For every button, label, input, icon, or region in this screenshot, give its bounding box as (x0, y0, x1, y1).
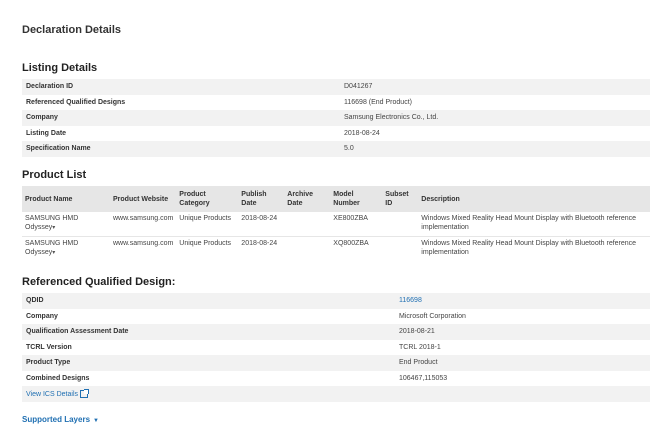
product-category-cell: Unique Products (176, 212, 239, 237)
table-row: SAMSUNG HMD Odyssey▾ www.samsung.com Uni… (22, 236, 650, 261)
supported-layers-toggle[interactable]: Supported Layers ▼ (22, 415, 99, 424)
combined-designs-label: Combined Designs (22, 370, 395, 386)
tcrl-version-value: TCRL 2018-1 (395, 339, 650, 355)
product-website-cell: www.samsung.com (110, 236, 177, 261)
supported-layers-label[interactable]: Supported Layers (22, 415, 90, 424)
subset-id-cell (382, 236, 419, 261)
page-title: Declaration Details (22, 24, 122, 36)
product-type-label: Product Type (22, 355, 395, 371)
subset-id-cell (382, 212, 419, 237)
col-archive-date: Archive Date (284, 186, 331, 212)
table-row: Company Samsung Electronics Co., Ltd. (22, 110, 650, 126)
product-name-cell[interactable]: SAMSUNG HMD Odyssey▾ (22, 212, 110, 237)
model-number-cell: XQ800ZBA (330, 236, 383, 261)
table-row: Specification Name 5.0 (22, 141, 650, 157)
rqd-company-label: Company (22, 308, 395, 324)
product-type-value: End Product (395, 355, 650, 371)
archive-date-cell (284, 236, 331, 261)
tcrl-version-label: TCRL Version (22, 339, 395, 355)
model-number-cell: XE800ZBA (330, 212, 383, 237)
table-row: SAMSUNG HMD Odyssey▾ www.samsung.com Uni… (22, 212, 650, 237)
archive-date-cell (284, 212, 331, 237)
assessment-date-value: 2018-08-21 (395, 324, 650, 340)
description-cell: Windows Mixed Reality Head Mount Display… (418, 236, 650, 261)
col-product-name: Product Name (22, 186, 110, 212)
company-label: Company (22, 110, 340, 126)
chevron-down-icon[interactable]: ▾ (52, 225, 55, 231)
chevron-down-icon[interactable]: ▾ (52, 250, 55, 256)
publish-date-cell: 2018-08-24 (238, 212, 285, 237)
publish-date-cell: 2018-08-24 (238, 236, 285, 261)
product-category-cell: Unique Products (176, 236, 239, 261)
col-model-number: Model Number (330, 186, 383, 212)
declaration-id-label: Declaration ID (22, 79, 340, 95)
listing-date-label: Listing Date (22, 125, 340, 141)
table-row: TCRL Version TCRL 2018-1 (22, 339, 650, 355)
company-value: Samsung Electronics Co., Ltd. (340, 110, 650, 126)
table-row: Declaration ID D041267 (22, 79, 650, 95)
table-row: QDID 116698 (22, 293, 650, 309)
table-row: Company Microsoft Corporation (22, 308, 650, 324)
qdid-link[interactable]: 116698 (399, 297, 422, 304)
product-list-table: Product Name Product Website Product Cat… (22, 186, 650, 261)
specification-name-value: 5.0 (340, 141, 650, 157)
assessment-date-label: Qualification Assessment Date (22, 324, 395, 340)
table-row: Referenced Qualified Designs 116698 (End… (22, 94, 650, 110)
view-ics-details-label[interactable]: View ICS Details (26, 391, 78, 398)
listing-details-title: Listing Details (22, 62, 98, 74)
external-link-icon[interactable] (80, 388, 90, 398)
combined-designs-value: 106467,115053 (395, 370, 650, 386)
rqd-company-value: Microsoft Corporation (395, 308, 650, 324)
chevron-down-icon[interactable]: ▼ (93, 418, 99, 424)
col-product-category: Product Category (176, 186, 239, 212)
referenced-designs-label: Referenced Qualified Designs (22, 94, 340, 110)
referenced-qualified-design-table: QDID 116698 Company Microsoft Corporatio… (22, 293, 650, 402)
referenced-designs-value: 116698 (End Product) (340, 94, 650, 110)
table-row: Combined Designs 106467,115053 (22, 370, 650, 386)
table-row: View ICS Details (22, 386, 650, 402)
specification-name-label: Specification Name (22, 141, 340, 157)
table-header-row: Product Name Product Website Product Cat… (22, 186, 650, 212)
listing-details-table: Declaration ID D041267 Referenced Qualif… (22, 79, 650, 157)
listing-date-value: 2018-08-24 (340, 125, 650, 141)
description-cell: Windows Mixed Reality Head Mount Display… (418, 212, 650, 237)
product-name-cell[interactable]: SAMSUNG HMD Odyssey▾ (22, 236, 110, 261)
view-ics-details-link[interactable]: View ICS Details (26, 388, 90, 398)
col-product-website: Product Website (110, 186, 177, 212)
col-description: Description (418, 186, 650, 212)
col-publish-date: Publish Date (238, 186, 285, 212)
qdid-label: QDID (22, 293, 395, 309)
col-subset-id: Subset ID (382, 186, 419, 212)
product-list-title: Product List (22, 169, 87, 181)
product-website-cell: www.samsung.com (110, 212, 177, 237)
table-row: Listing Date 2018-08-24 (22, 125, 650, 141)
table-row: Product Type End Product (22, 355, 650, 371)
table-row: Qualification Assessment Date 2018-08-21 (22, 324, 650, 340)
declaration-id-value: D041267 (340, 79, 650, 95)
referenced-qualified-design-title: Referenced Qualified Design: (22, 276, 176, 288)
